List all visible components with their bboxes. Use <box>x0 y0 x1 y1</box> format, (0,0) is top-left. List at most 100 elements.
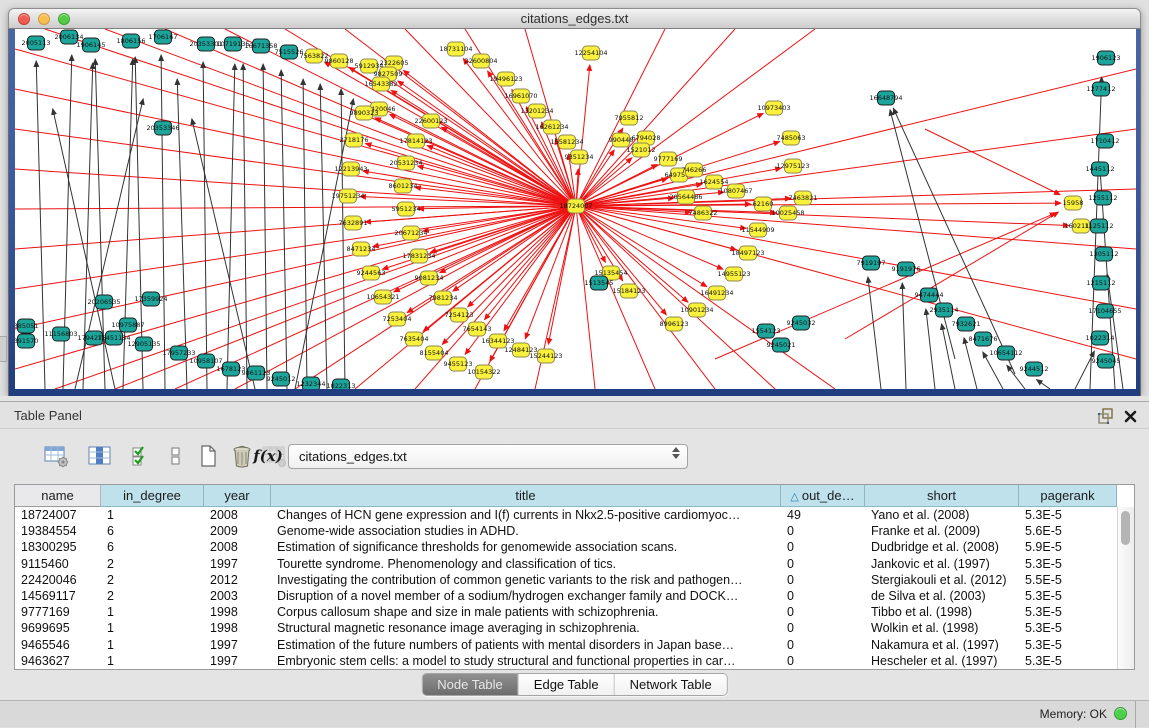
table-row[interactable]: 1938455462009Genome-wide association stu… <box>15 523 1117 539</box>
graph-edge[interactable] <box>281 70 287 389</box>
table-cell: 18300295 <box>15 539 101 555</box>
table-cell: 5.9E-5 <box>1019 539 1117 555</box>
column-header-name[interactable]: name <box>15 485 101 507</box>
graph-node-label: 18724007 <box>559 202 592 210</box>
graph-node-label: 19496123 <box>489 75 522 83</box>
tab-edge-table[interactable]: Edge Table <box>519 674 615 695</box>
table-cell: 49 <box>781 507 865 523</box>
graph-edge[interactable] <box>576 65 590 206</box>
table-cell: 0 <box>781 572 865 588</box>
graph-edge[interactable] <box>303 79 307 389</box>
status-bar-divider <box>1135 701 1136 728</box>
table-cell: 1997 <box>204 556 271 572</box>
table-cell: 5.3E-5 <box>1019 604 1117 620</box>
graph-node-label: 10154322 <box>467 368 500 376</box>
graph-node-label: 9081234 <box>415 274 444 282</box>
table-panel: Table Panel <box>0 396 1149 727</box>
graph-node-label: 7253404 <box>383 315 412 323</box>
table-cell: 2012 <box>204 572 271 588</box>
graph-node-label: 20531234 <box>389 159 422 167</box>
function-builder-button[interactable]: f(x) <box>252 441 284 471</box>
deselect-all-rows-button[interactable] <box>160 441 192 471</box>
graph-edge[interactable] <box>576 206 605 262</box>
graph-node-label: 9244512 <box>1020 365 1049 373</box>
graph-edge[interactable] <box>504 206 576 331</box>
graph-node-label: 7635404 <box>400 335 429 343</box>
column-header-short[interactable]: short <box>865 485 1019 507</box>
table-cell: 2003 <box>204 588 271 604</box>
close-panel-icon[interactable] <box>1123 407 1139 425</box>
graph-node-label: 2718176 <box>340 136 369 144</box>
table-cell: 1 <box>101 620 204 636</box>
table-row[interactable]: 1456911722003Disruption of a novel membe… <box>15 588 1117 604</box>
column-header-pagerank[interactable]: pagerank <box>1019 485 1117 507</box>
tab-node-table[interactable]: Node Table <box>422 674 519 695</box>
table-body: 1872400712008Changes of HCN gene express… <box>15 507 1117 669</box>
column-header-year[interactable]: year <box>204 485 271 507</box>
tab-network-table[interactable]: Network Table <box>615 674 727 695</box>
table-cell: 2008 <box>204 539 271 555</box>
table-source-select[interactable]: citations_edges.txt <box>288 444 688 469</box>
graph-edge[interactable] <box>227 64 235 389</box>
graph-node-label: 20671234 <box>394 229 427 237</box>
graph-edge[interactable] <box>203 62 207 389</box>
table-row[interactable]: 1872400712008Changes of HCN gene express… <box>15 507 1117 523</box>
new-column-button[interactable] <box>192 441 224 471</box>
memory-status-indicator <box>1114 707 1127 720</box>
graph-edge[interactable] <box>868 277 881 389</box>
column-header-out_de[interactable]: △out_de… <box>781 485 865 507</box>
table-cell: 5.6E-5 <box>1019 523 1117 539</box>
network-window-titlebar[interactable]: citations_edges.txt <box>8 8 1141 29</box>
graph-edge[interactable] <box>161 55 165 389</box>
table-cell: Franke et al. (2009) <box>865 523 1019 539</box>
table-cell: 5.3E-5 <box>1019 588 1117 604</box>
select-all-rows-button[interactable] <box>126 441 158 471</box>
graph-edge[interactable] <box>548 206 576 344</box>
graph-edge[interactable] <box>55 206 576 389</box>
graph-edge[interactable] <box>902 283 906 389</box>
graph-edge[interactable] <box>1037 380 1050 389</box>
column-header-in_degree[interactable]: in_degree <box>101 485 204 507</box>
table-row[interactable]: 946554611997Estimation of the future num… <box>15 637 1117 653</box>
table-row[interactable]: 969969511998Structural magnetic resonanc… <box>15 620 1117 636</box>
table-options-button[interactable] <box>40 441 72 471</box>
graph-node-label: 7463821 <box>789 194 818 202</box>
graph-edge[interactable] <box>925 129 1060 195</box>
graph-node-label: 15244123 <box>529 352 562 360</box>
graph-edge[interactable] <box>576 206 715 389</box>
graph-node-label: 7919197 <box>857 259 886 267</box>
graph-edge[interactable] <box>926 309 935 389</box>
graph-edge[interactable] <box>263 64 267 389</box>
graph-edge[interactable] <box>576 206 595 389</box>
graph-edge[interactable] <box>1107 274 1123 389</box>
graph-edge[interactable] <box>341 89 345 389</box>
table-cell: 1 <box>101 653 204 669</box>
graph-edge[interactable] <box>964 338 977 389</box>
graph-node-label: 16344123 <box>481 337 514 345</box>
graph-node-label: 10958107 <box>189 357 222 365</box>
graph-node-label: 10654321 <box>366 293 399 301</box>
table-cell: Structural magnetic resonance image aver… <box>271 620 781 636</box>
table-row[interactable]: 2242004622012Investigating the contribut… <box>15 572 1117 588</box>
table-row[interactable]: 946362711997Embryonic stem cells: a mode… <box>15 653 1117 669</box>
column-visibility-button[interactable] <box>84 441 116 471</box>
table-row[interactable]: 977716911998Corpus callosum shape and si… <box>15 604 1117 620</box>
table-row[interactable]: 911546021997Tourette syndrome. Phenomeno… <box>15 556 1117 572</box>
graph-edge[interactable] <box>442 206 576 344</box>
control-panel-splitter[interactable] <box>0 336 7 362</box>
table-cell: Tourette syndrome. Phenomenology and cla… <box>271 556 781 572</box>
graph-edge[interactable] <box>576 29 815 206</box>
graph-node-label: 1022314 <box>1086 334 1115 342</box>
table-cell: 9699695 <box>15 620 101 636</box>
float-panel-icon[interactable] <box>1097 407 1115 425</box>
table-cell: 0 <box>781 539 865 555</box>
graph-edge[interactable] <box>576 206 835 389</box>
network-graph-canvas[interactable]: 7563822986012859129342322605982750916543… <box>15 29 1136 389</box>
graph-node-label: 11544909 <box>741 226 774 234</box>
table-row[interactable]: 1830029562008Estimation of significance … <box>15 539 1117 555</box>
graph-node-label: 1624554 <box>700 178 729 186</box>
graph-node-label: 7981234 <box>429 294 458 302</box>
table-scrollbar[interactable] <box>1117 507 1134 669</box>
scrollbar-thumb[interactable] <box>1121 511 1130 545</box>
column-header-title[interactable]: title <box>271 485 781 507</box>
